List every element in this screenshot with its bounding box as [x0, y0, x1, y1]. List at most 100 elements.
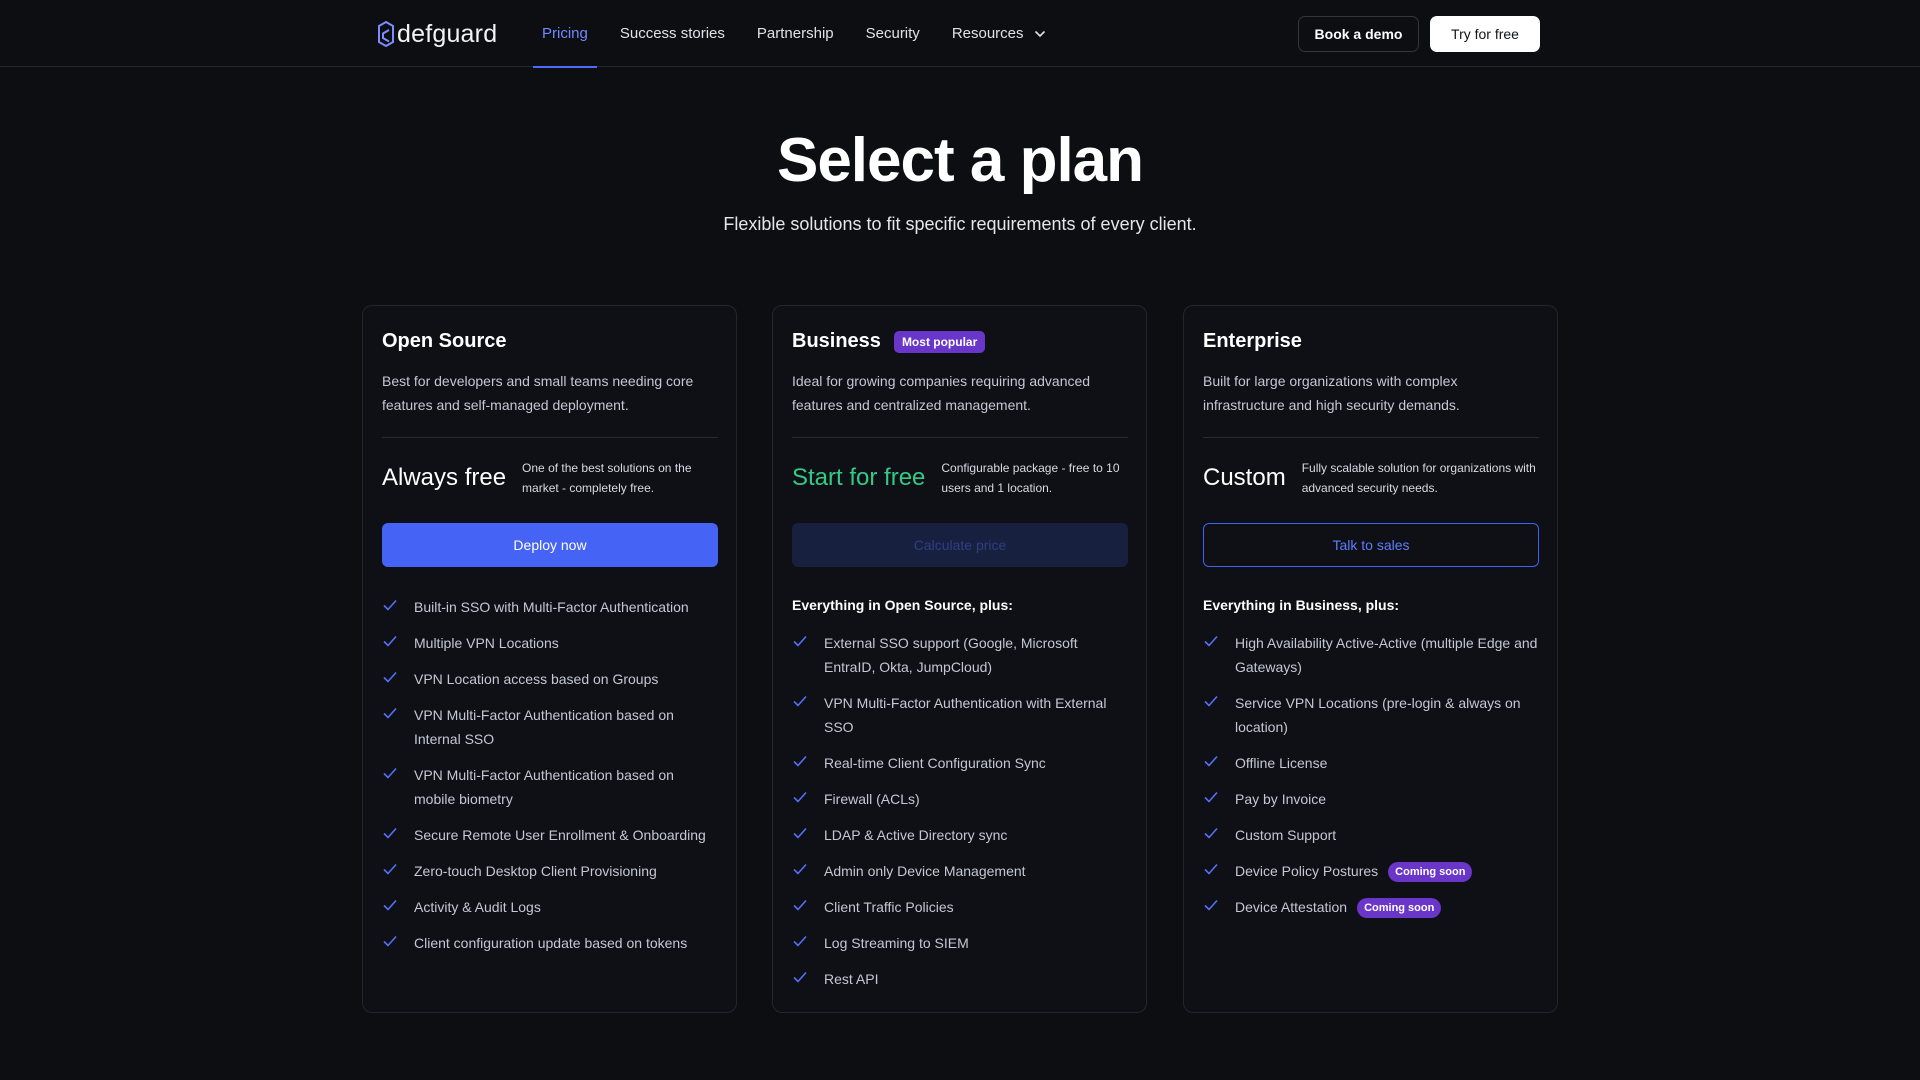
list-item: Activity & Audit Logs	[382, 895, 718, 919]
feature-list: Everything in Business, plus: High Avail…	[1203, 595, 1539, 931]
feature-text: Firewall (ACLs)	[824, 791, 920, 807]
list-item: Firewall (ACLs)	[792, 787, 1128, 811]
features-heading: Everything in Business, plus:	[1203, 597, 1400, 613]
plan-description: Best for developers and small teams need…	[382, 373, 694, 413]
check-icon	[792, 751, 824, 774]
nav-success-stories[interactable]: Success stories	[611, 0, 734, 67]
list-item: VPN Location access based on Groups	[382, 667, 718, 691]
list-item: Offline License	[1203, 751, 1539, 775]
list-item: Log Streaming to SIEM	[792, 931, 1128, 955]
feature-text: High Availability Active-Active (multipl…	[1235, 635, 1538, 675]
list-item: Device Attestation Coming soon	[1203, 895, 1539, 919]
page-title: Select a plan	[776, 126, 1144, 195]
check-icon	[382, 667, 414, 690]
plan-card-open-source: Open Source Best for developers and smal…	[362, 305, 737, 1013]
check-icon	[792, 823, 824, 846]
check-icon	[382, 931, 414, 954]
top-nav: defguard Pricing Success stories Partner…	[0, 0, 1920, 68]
plan-card-enterprise: Enterprise Built for large organizations…	[1183, 305, 1558, 1013]
check-icon	[792, 931, 824, 954]
check-icon	[382, 595, 414, 618]
nav-security[interactable]: Security	[857, 0, 929, 67]
feature-text: Device Attestation Coming soon	[1235, 895, 1539, 919]
list-item: Secure Remote User Enrollment & Onboardi…	[382, 823, 718, 847]
check-icon	[1203, 895, 1235, 918]
price-note: One of the best solutions on the market …	[522, 461, 692, 495]
list-item: Custom Support	[1203, 823, 1539, 847]
deploy-now-button[interactable]: Deploy now	[382, 523, 718, 567]
check-icon	[1203, 787, 1235, 810]
most-popular-badge: Most popular	[893, 330, 986, 353]
check-icon	[382, 895, 414, 918]
feature-text: VPN Multi-Factor Authentication with Ext…	[824, 695, 1107, 735]
list-item: Zero-touch Desktop Client Provisioning	[382, 859, 718, 883]
try-free-button[interactable]: Try for free	[1430, 16, 1540, 52]
plan-price: Custom	[1203, 464, 1286, 491]
feature-text: Client Traffic Policies	[824, 899, 954, 915]
check-icon	[382, 859, 414, 882]
check-icon	[792, 895, 824, 918]
book-demo-button[interactable]: Book a demo	[1298, 16, 1419, 52]
check-icon	[1203, 691, 1235, 714]
feature-text: Offline License	[1235, 755, 1328, 771]
list-item: Pay by Invoice	[1203, 787, 1539, 811]
feature-text: VPN Location access based on Groups	[414, 671, 659, 687]
list-item: Client Traffic Policies	[792, 895, 1128, 919]
nav-resources-label: Resources	[951, 25, 1024, 42]
check-icon	[792, 859, 824, 882]
plan-name: Open Source	[382, 330, 507, 352]
price-row: Always free One of the best solutions on…	[382, 458, 718, 498]
nav-partnership[interactable]: Partnership	[748, 0, 843, 67]
plan-price: Always free	[382, 464, 507, 491]
chevron-down-icon	[1034, 30, 1046, 38]
price-note: Fully scalable solution for organization…	[1301, 461, 1536, 495]
check-icon	[792, 787, 824, 810]
plan-card-business: Business Most popular Ideal for growing …	[772, 305, 1147, 1013]
price-note: Configurable package - free to 10 users …	[941, 461, 1120, 495]
feature-text: Admin only Device Management	[824, 863, 1026, 879]
list-item: Real-time Client Configuration Sync	[792, 751, 1128, 775]
feature-text: Secure Remote User Enrollment & Onboardi…	[414, 827, 706, 843]
plan-description: Ideal for growing companies requiring ad…	[792, 373, 1091, 413]
feature-text: Built-in SSO with Multi-Factor Authentic…	[414, 599, 689, 615]
feature-list: Built-in SSO with Multi-Factor Authentic…	[382, 595, 718, 967]
logo-text: defguard	[397, 19, 498, 48]
list-item: VPN Multi-Factor Authentication based on…	[382, 763, 718, 811]
defguard-logo-icon	[378, 21, 394, 47]
plan-description: Built for large organizations with compl…	[1203, 373, 1460, 413]
feature-text: Client configuration update based on tok…	[414, 935, 688, 951]
coming-soon-badge: Coming soon	[1388, 862, 1473, 882]
check-icon	[1203, 823, 1235, 846]
nav-resources[interactable]: Resources	[943, 0, 1055, 67]
logo[interactable]: defguard	[378, 19, 497, 49]
feature-text: Real-time Client Configuration Sync	[824, 755, 1046, 771]
feature-text: Activity & Audit Logs	[414, 899, 541, 915]
list-item: VPN Multi-Factor Authentication with Ext…	[792, 691, 1128, 739]
plan-name: Enterprise	[1203, 330, 1302, 352]
plan-name: Business Most popular	[792, 330, 986, 353]
check-icon	[1203, 631, 1235, 654]
calculate-price-button[interactable]: Calculate price	[792, 523, 1128, 567]
check-icon	[792, 691, 824, 714]
check-icon	[382, 631, 414, 654]
nav-links: Pricing Success stories Partnership Secu…	[533, 0, 1069, 68]
list-item: Admin only Device Management	[792, 859, 1128, 883]
feature-text: External SSO support (Google, Microsoft …	[824, 635, 1078, 675]
nav-pricing[interactable]: Pricing	[533, 0, 597, 68]
check-icon	[382, 703, 414, 726]
check-icon	[792, 967, 824, 990]
divider	[1203, 437, 1539, 438]
feature-text: Zero-touch Desktop Client Provisioning	[414, 863, 657, 879]
talk-to-sales-button[interactable]: Talk to sales	[1203, 523, 1539, 567]
check-icon	[382, 823, 414, 846]
list-item: Built-in SSO with Multi-Factor Authentic…	[382, 595, 718, 619]
check-icon	[1203, 859, 1235, 882]
page-subtitle: Flexible solutions to fit specific requi…	[723, 214, 1197, 234]
feature-text: Device Policy Postures Coming soon	[1235, 859, 1539, 883]
feature-text: Log Streaming to SIEM	[824, 935, 969, 951]
divider	[382, 437, 718, 438]
price-row: Start for free Configurable package - fr…	[792, 458, 1128, 498]
divider	[792, 437, 1128, 438]
list-item: Service VPN Locations (pre-login & alway…	[1203, 691, 1539, 739]
feature-text: VPN Multi-Factor Authentication based on…	[414, 707, 674, 747]
